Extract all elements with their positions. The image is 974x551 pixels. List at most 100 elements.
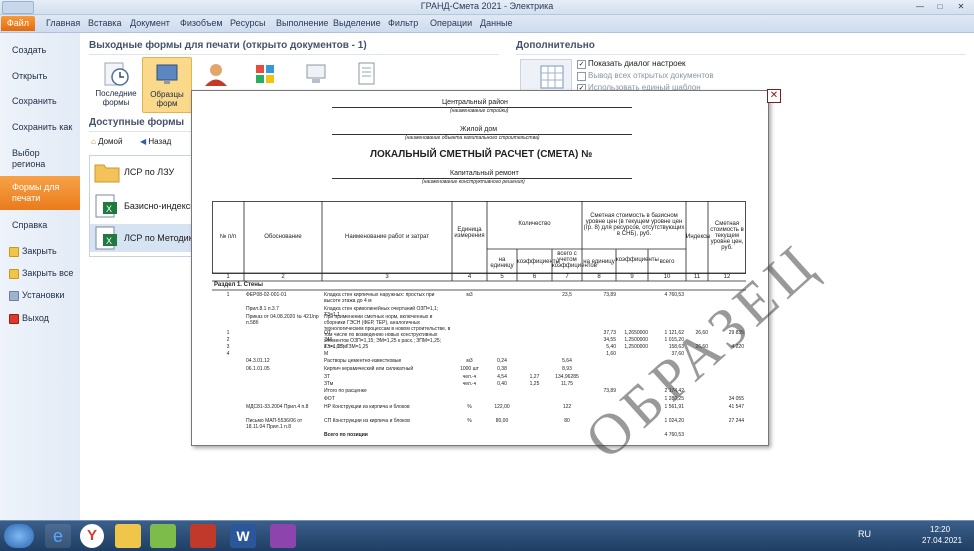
doc-region-note: (наименование стройки) <box>450 108 509 114</box>
col-number: 6 <box>532 274 537 280</box>
clock-icon <box>102 61 130 87</box>
start-button[interactable] <box>4 524 34 548</box>
th-qty: Количество <box>518 221 551 227</box>
maximize-icon[interactable]: □ <box>932 1 948 12</box>
computer-icon <box>302 61 330 87</box>
minimize-icon[interactable]: — <box>912 1 928 12</box>
cell-name: НР Конструкции из кирпича и блоков <box>324 404 410 410</box>
language-indicator[interactable]: RU <box>858 529 871 539</box>
svg-text:X: X <box>106 204 112 214</box>
menu-save[interactable]: Сохранить <box>12 96 57 106</box>
th-per-unit2: на единицу <box>583 259 615 265</box>
available-forms-header: Доступные формы <box>89 117 185 128</box>
recent-forms-label: Последние формы <box>95 89 137 107</box>
title-bar: ГРАНД-Смета 2021 - Электрика — □ ✕ <box>0 0 974 15</box>
cell-name: Всего по позиции <box>324 432 368 438</box>
menu-open[interactable]: Открыть <box>12 71 47 81</box>
all-docs-label: Вывод всех открытых документов <box>588 71 714 80</box>
home-icon: ⌂ <box>91 137 96 146</box>
tab-execution[interactable]: Выполнение <box>276 18 328 28</box>
cell-qty: 0,38 <box>497 366 507 372</box>
all-docs-checkbox[interactable] <box>577 72 586 81</box>
cell-basis: Письмо МАП-5536/06 от 18.11.04 Прил.1 п.… <box>246 418 303 430</box>
clock-time[interactable]: 12:20 <box>930 525 950 534</box>
col-number: 1 <box>226 274 230 280</box>
excel-icon: X <box>95 194 117 218</box>
cell-pu: 73,89 <box>603 292 616 298</box>
document-icon <box>352 61 380 87</box>
cell-name: ОТ <box>324 330 331 336</box>
word-icon[interactable]: W <box>230 524 256 548</box>
doc-region: Центральный район <box>442 99 508 106</box>
tab-volume[interactable]: Физобъем <box>180 18 223 28</box>
col-number: 7 <box>565 274 569 280</box>
tab-filter[interactable]: Фильтр <box>388 18 418 28</box>
show-settings-label: Показать диалог настроек <box>588 59 686 68</box>
media-icon[interactable] <box>270 524 296 548</box>
back-button[interactable]: ◀ Назад <box>140 137 171 146</box>
cell-name: ЗТм <box>324 381 334 387</box>
menu-close[interactable]: Закрыть <box>22 246 57 256</box>
col-number: 2 <box>281 274 285 280</box>
cell-qty: 80,00 <box>495 418 509 424</box>
recent-forms-button[interactable]: Последние формы <box>92 57 140 111</box>
menu-exit[interactable]: Выход <box>22 313 49 323</box>
close-all-icon <box>9 269 19 279</box>
ie-icon[interactable]: e <box>45 524 71 548</box>
sample-forms-button[interactable]: Образцы форм <box>142 57 192 113</box>
grand-smeta-icon[interactable] <box>190 524 216 548</box>
tab-operations[interactable]: Операции <box>430 18 472 28</box>
cell-basis: ФЕР08-02-001-01 <box>246 292 287 298</box>
monitor-icon <box>153 62 181 88</box>
menu-print-forms[interactable]: Формы для печати <box>0 176 80 210</box>
tab-insert[interactable]: Вставка <box>88 18 121 28</box>
doc-title: ЛОКАЛЬНЫЙ СМЕТНЫЙ РАСЧЕТ (СМЕТА) № <box>370 149 593 160</box>
tab-file[interactable]: Файл <box>1 16 35 31</box>
show-settings-checkbox[interactable]: ✓ <box>577 60 586 69</box>
menu-create[interactable]: Создать <box>12 45 46 55</box>
settings-icon <box>9 291 19 301</box>
cell-n: 1 <box>226 292 230 298</box>
back-icon: ◀ <box>140 137 147 146</box>
menu-region[interactable]: Выбор региона <box>12 148 72 170</box>
th-basis: Обоснование <box>264 234 302 240</box>
excel-icon: X <box>95 226 117 250</box>
cell-unit: % <box>467 418 472 424</box>
close-window-icon[interactable]: ✕ <box>953 1 969 12</box>
tab-home[interactable]: Главная <box>46 18 80 28</box>
ribbon-tabs: Файл Главная Вставка Документ Физобъем Р… <box>0 15 974 33</box>
explorer-icon[interactable] <box>115 524 141 548</box>
cell-name: Итого по расценке <box>324 388 367 394</box>
cell-total-qty: 23,5 <box>562 292 572 298</box>
th-unit: Единица измерения <box>454 227 485 239</box>
cell-name: в т.ч. ОТм <box>324 344 347 350</box>
svg-text:X: X <box>106 236 112 246</box>
additional-header: Дополнительно <box>516 40 595 51</box>
tab-data[interactable]: Данные <box>480 18 513 28</box>
tab-selection[interactable]: Выделение <box>333 18 381 28</box>
app-icon[interactable] <box>150 524 176 548</box>
th-coef: коэффициенты <box>517 259 560 265</box>
window-title: ГРАНД-Смета 2021 - Электрика <box>420 1 554 11</box>
cell-basis: Приказ от 04.08.2020 № 421/пр п.58б <box>246 314 319 326</box>
cell-unit: м3 <box>466 358 473 364</box>
menu-save-as[interactable]: Сохранить как <box>12 122 72 132</box>
th-coef2: коэффициенты <box>616 257 659 263</box>
cell-name: СП Конструкции из кирпича и блоков <box>324 418 410 424</box>
menu-settings[interactable]: Установки <box>22 290 64 300</box>
home-button[interactable]: ⌂ Домой <box>91 137 122 146</box>
yandex-icon[interactable]: Y <box>80 524 104 548</box>
cell-n: 1 <box>226 330 230 336</box>
menu-help[interactable]: Справка <box>12 220 47 230</box>
cell-name: М <box>324 351 329 357</box>
th-total-coef: всего с учетом коэффициентов <box>552 251 597 269</box>
blocks-icon <box>252 61 280 87</box>
clock-date[interactable]: 27.04.2021 <box>922 536 962 545</box>
cell-basis: Прил.8.1 п.3.7 <box>246 306 279 312</box>
menu-close-all[interactable]: Закрыть все <box>22 268 73 278</box>
tab-document[interactable]: Документ <box>130 18 170 28</box>
col-number: 8 <box>597 274 601 280</box>
tab-resources[interactable]: Ресурсы <box>230 18 266 28</box>
sample-forms-label: Образцы форм <box>150 90 184 108</box>
close-preview-icon[interactable]: ✕ <box>767 89 781 103</box>
